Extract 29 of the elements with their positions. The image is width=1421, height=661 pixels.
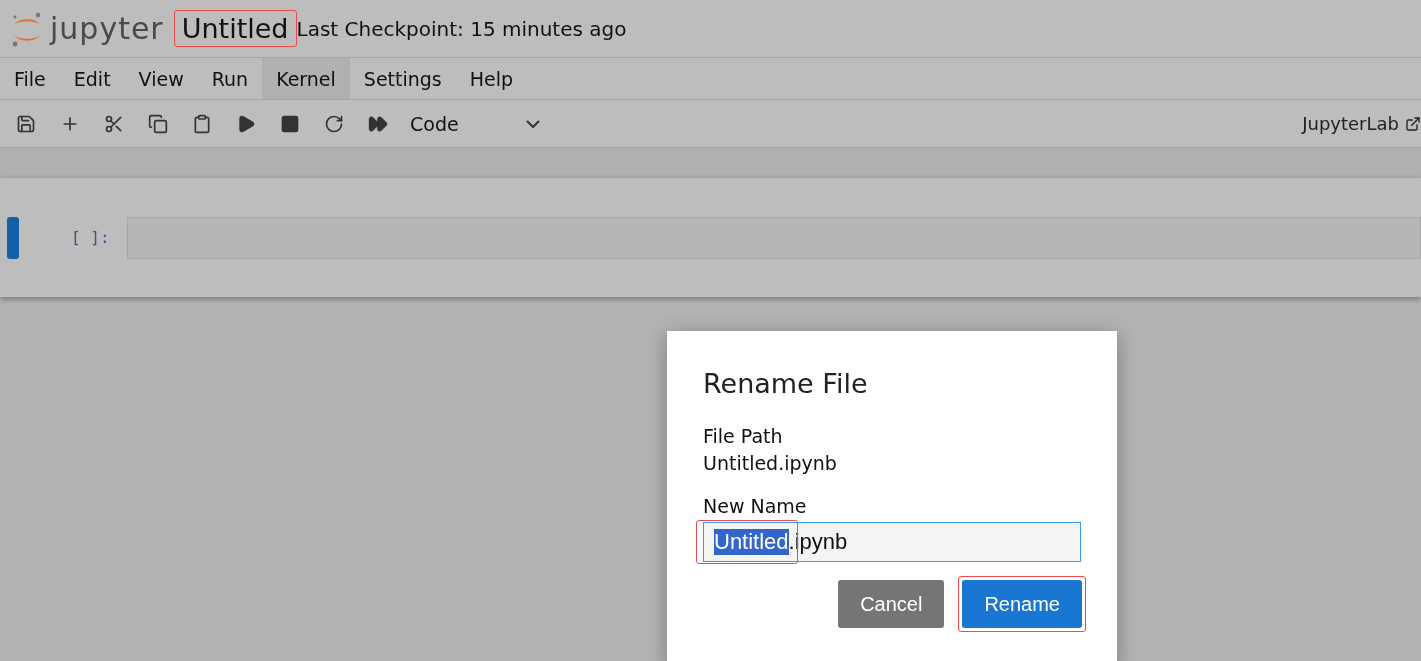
clipboard-icon — [192, 113, 212, 134]
menu-item[interactable]: Kernel — [262, 58, 350, 99]
reload-icon — [324, 113, 344, 134]
field-label: File Path — [703, 424, 784, 449]
menu-item[interactable]: Run — [197, 58, 263, 99]
play-icon — [236, 113, 256, 134]
active-cell-marker — [7, 216, 19, 259]
menu-item[interactable]: View — [124, 58, 198, 99]
copy-icon — [148, 113, 168, 134]
dialog-title: Rename File — [703, 368, 869, 399]
notebook-title[interactable]: Untitled — [173, 10, 297, 47]
chevron-down-icon — [526, 119, 540, 128]
external-link-icon — [1405, 115, 1421, 132]
cell-type-dropdown[interactable]: Code — [410, 112, 540, 135]
scissors-icon — [104, 113, 124, 134]
fast-forward-icon — [368, 113, 388, 134]
file-path: Untitled.ipynb — [703, 451, 838, 476]
logo-text: jupyter — [50, 11, 164, 46]
rename-button[interactable]: Rename — [962, 580, 1082, 628]
menu-item[interactable]: Edit — [59, 58, 125, 99]
jupyterlab-link[interactable]: JupyterLab — [1302, 113, 1421, 134]
cancel-button[interactable]: Cancel — [838, 580, 945, 628]
menu-item[interactable]: Help — [455, 58, 528, 99]
cell-prompt: [ ]: — [71, 228, 111, 247]
menu-item[interactable]: Settings — [349, 58, 456, 99]
menu-item[interactable]: File — [0, 58, 60, 99]
field-label: New Name — [703, 494, 808, 519]
checkpoint-text: Last Checkpoint: 15 minutes ago — [296, 16, 627, 41]
stop-icon — [280, 113, 300, 134]
